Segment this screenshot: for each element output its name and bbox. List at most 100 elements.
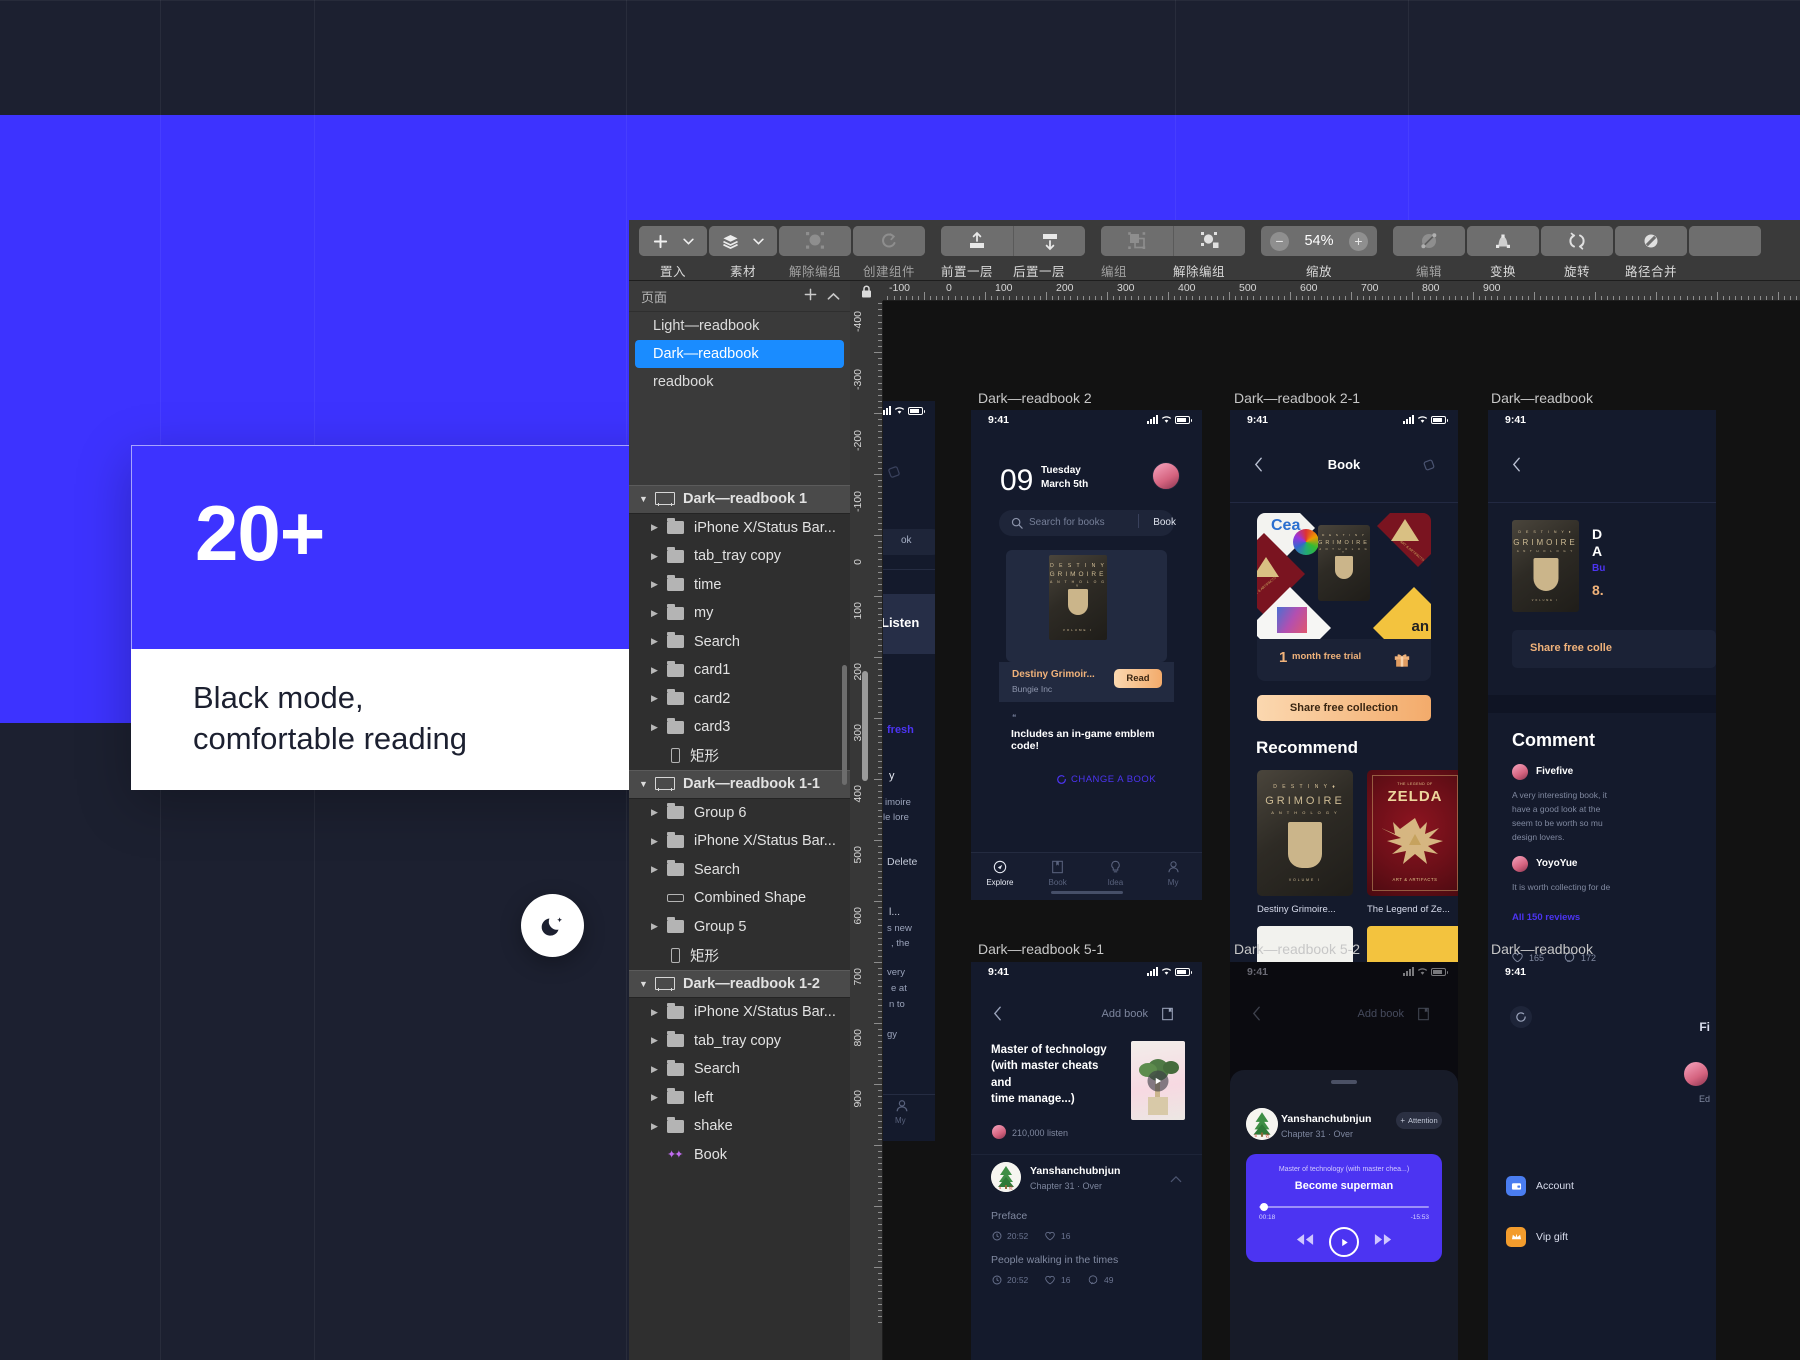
artboard-dark-readbook-2[interactable]: 9:41 09 Tuesday March 5th Search for boo… bbox=[971, 410, 1202, 900]
page-item-light-readbook[interactable]: Light—readbook bbox=[629, 312, 850, 340]
zoom-in-button[interactable]: + bbox=[1349, 231, 1368, 251]
layer-row[interactable]: ▶ card1 bbox=[629, 656, 850, 685]
book-cover-zelda[interactable]: THE LEGEND OF ZELDA ART & ARTIFACTS bbox=[1367, 770, 1458, 896]
chevron-down-icon[interactable]: ▼ bbox=[639, 979, 655, 989]
page-item-readbook[interactable]: readbook bbox=[629, 368, 850, 396]
refresh-link[interactable]: fresh bbox=[887, 724, 914, 736]
assets-button[interactable] bbox=[709, 226, 777, 256]
layer-row[interactable]: ▶ iPhone X/Status Bar... bbox=[629, 514, 850, 543]
add-book-label[interactable]: Add book bbox=[1358, 1008, 1404, 1020]
ruler-vertical[interactable]: -400 -300 -200 -100 0 100 200 300 400 50… bbox=[850, 301, 883, 1360]
chevron-right-icon[interactable]: ▶ bbox=[651, 1092, 667, 1103]
play-button[interactable] bbox=[1329, 1227, 1359, 1257]
zoom-value[interactable]: 54% bbox=[1299, 233, 1339, 249]
layer-artboard-dark-readbook-1[interactable]: ▼ Dark—readbook 1 bbox=[629, 485, 850, 514]
chevron-down-icon[interactable]: ▼ bbox=[639, 779, 655, 789]
book-add-icon[interactable] bbox=[1161, 1007, 1174, 1021]
share-free-collection-button[interactable]: Share free collection bbox=[1257, 695, 1431, 721]
progress-knob[interactable] bbox=[1260, 1203, 1268, 1211]
forward-icon[interactable] bbox=[1374, 1233, 1392, 1246]
add-book-label[interactable]: Add book bbox=[1102, 1008, 1148, 1020]
menu-label-account[interactable]: Account bbox=[1536, 1180, 1574, 1192]
layer-row[interactable]: ▶ Group 5 bbox=[629, 913, 850, 942]
avatar[interactable] bbox=[1152, 462, 1180, 490]
tab-explore[interactable]: Explore bbox=[971, 860, 1029, 887]
book-add-icon[interactable] bbox=[1417, 1007, 1430, 1021]
layer-row[interactable]: ▶ iPhone X/Status Bar... bbox=[629, 827, 850, 856]
layer-row[interactable]: 矩形 bbox=[629, 941, 850, 970]
rotate-button[interactable] bbox=[1541, 226, 1613, 256]
attention-button[interactable]: + Attention bbox=[1396, 1112, 1442, 1129]
share-free-collection-label[interactable]: Share free colle bbox=[1530, 642, 1612, 654]
tag-icon[interactable] bbox=[1422, 458, 1436, 472]
chevron-left-icon[interactable] bbox=[993, 1006, 1002, 1021]
send-backward-button[interactable] bbox=[1013, 226, 1085, 256]
add-page-icon[interactable] bbox=[804, 288, 817, 305]
path-merge-button[interactable] bbox=[1615, 226, 1687, 256]
layers-scrollbar[interactable] bbox=[842, 665, 847, 785]
chevron-right-icon[interactable]: ▶ bbox=[651, 722, 667, 733]
artboard-dark-readbook-5-1[interactable]: 9:41 Add book Master of technology (with… bbox=[971, 962, 1202, 1360]
transform-button[interactable] bbox=[1467, 226, 1539, 256]
chevron-left-icon[interactable] bbox=[1252, 1006, 1261, 1021]
canvas[interactable]: -100 0 100 200 300 400 500 600 700 800 9… bbox=[850, 281, 1800, 1360]
read-button[interactable]: Read bbox=[1114, 669, 1162, 688]
video-thumbnail[interactable] bbox=[1131, 1041, 1185, 1120]
artboard-title-dark-readbook-5-2[interactable]: Dark—readbook 5-2 bbox=[1234, 941, 1360, 957]
layer-row[interactable]: ▶ card3 bbox=[629, 713, 850, 742]
edit-label[interactable]: Ed bbox=[1699, 1094, 1710, 1104]
artboard-title-dark-readbook-5-1[interactable]: Dark—readbook 5-1 bbox=[978, 941, 1104, 957]
chevron-right-icon[interactable]: ▶ bbox=[651, 1064, 667, 1075]
chevron-left-icon[interactable] bbox=[1512, 457, 1521, 472]
refresh-button[interactable] bbox=[1510, 1006, 1532, 1028]
chevron-right-icon[interactable]: ▶ bbox=[651, 608, 667, 619]
layer-row[interactable]: 矩形 bbox=[629, 742, 850, 771]
place-button[interactable] bbox=[639, 226, 707, 256]
layer-row[interactable]: Combined Shape bbox=[629, 884, 850, 913]
chevron-right-icon[interactable]: ▶ bbox=[651, 921, 667, 932]
layer-row[interactable]: ▶ tab_tray copy bbox=[629, 542, 850, 571]
layer-row[interactable]: ▶ Search bbox=[629, 856, 850, 885]
chevron-right-icon[interactable]: ▶ bbox=[651, 1035, 667, 1046]
chevron-right-icon[interactable]: ▶ bbox=[651, 864, 667, 875]
trial-card[interactable]: Cea ART & ARTIFACTS ART & ARTIFACTS an D… bbox=[1257, 513, 1431, 681]
artboard-title-dark-readbook-bottom-right[interactable]: Dark—readbook bbox=[1491, 941, 1593, 957]
chevron-right-icon[interactable]: ▶ bbox=[651, 551, 667, 562]
chevron-right-icon[interactable]: ▶ bbox=[651, 522, 667, 533]
edit-path-button[interactable] bbox=[1393, 226, 1465, 256]
change-book-link[interactable]: CHANGE A BOOK bbox=[1071, 774, 1156, 785]
sheet-grabber[interactable] bbox=[1331, 1080, 1357, 1084]
layer-row[interactable]: ▶ Search bbox=[629, 628, 850, 657]
create-component-button[interactable] bbox=[853, 226, 925, 256]
group-button[interactable] bbox=[1101, 226, 1173, 256]
chevron-right-icon[interactable]: ▶ bbox=[651, 807, 667, 818]
layer-row[interactable]: ▶ Search bbox=[629, 1055, 850, 1084]
chevron-down-icon[interactable]: ▼ bbox=[639, 494, 655, 504]
ruler-lock-button[interactable] bbox=[850, 281, 883, 301]
layer-row[interactable]: ▶ tab_tray copy bbox=[629, 1027, 850, 1056]
menu-label-vip-gift[interactable]: Vip gift bbox=[1536, 1231, 1568, 1243]
chevron-up-icon[interactable] bbox=[1170, 1175, 1182, 1183]
dark-mode-toggle-button[interactable] bbox=[521, 894, 584, 957]
layer-row[interactable]: ▶ card2 bbox=[629, 685, 850, 714]
layer-row[interactable]: ▶ shake bbox=[629, 1112, 850, 1141]
artboard-dark-readbook-bottom-right[interactable]: 9:41 Fi Ed Account Vip gift bbox=[1488, 962, 1716, 1360]
rewind-icon[interactable] bbox=[1296, 1233, 1314, 1246]
overflow-button[interactable] bbox=[1689, 226, 1761, 256]
layer-row[interactable]: ▶ iPhone X/Status Bar... bbox=[629, 998, 850, 1027]
page-item-dark-readbook[interactable]: Dark—readbook bbox=[635, 340, 844, 368]
layer-row[interactable]: ▶ time bbox=[629, 571, 850, 600]
artboard-title-dark-readbook-2-1[interactable]: Dark—readbook 2-1 bbox=[1234, 390, 1360, 406]
chevron-right-icon[interactable]: ▶ bbox=[651, 1121, 667, 1132]
ungroup-button-2[interactable] bbox=[1173, 226, 1245, 256]
chapter-name-2[interactable]: People walking in the times bbox=[991, 1254, 1118, 1266]
layers-panel[interactable]: ▼ Dark—readbook 1 ▶ iPhone X/Status Bar..… bbox=[629, 485, 850, 1360]
zoom-out-button[interactable]: − bbox=[1270, 231, 1289, 251]
layer-row[interactable]: ▶ left bbox=[629, 1084, 850, 1113]
chevron-right-icon[interactable]: ▶ bbox=[651, 636, 667, 647]
artboard-partial-left[interactable]: ok Listen fresh y imoire le lore Delete … bbox=[883, 401, 935, 1141]
book-cover-4[interactable] bbox=[1367, 926, 1458, 966]
chevron-right-icon[interactable]: ▶ bbox=[651, 1007, 667, 1018]
chapter-name-1[interactable]: Preface bbox=[991, 1210, 1027, 1222]
canvas-scrollbar-vertical[interactable] bbox=[862, 671, 868, 781]
